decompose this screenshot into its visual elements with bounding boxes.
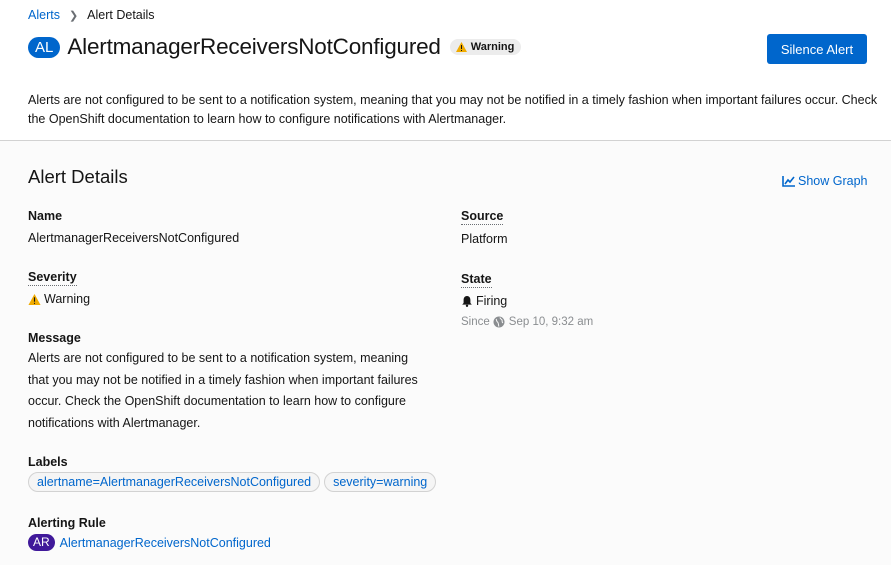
severity-pill-label: Warning [470, 41, 515, 53]
breadcrumb: Alerts ❯ Alert Details [28, 8, 155, 22]
show-graph-label: Show Graph [798, 174, 868, 188]
chart-icon [782, 175, 795, 187]
page-header: Alerts ❯ Alert Details AL AlertmanagerRe… [0, 0, 891, 141]
alert-details-section: Alert Details Show Graph Name Alertmanag… [0, 141, 891, 565]
warning-icon [28, 293, 41, 305]
source-value: Platform [461, 232, 508, 246]
section-heading: Alert Details [28, 166, 128, 187]
alert-badge: AL [28, 36, 61, 58]
name-label: Name [28, 209, 63, 223]
severity-pill: Warning [449, 39, 522, 55]
bell-icon [462, 296, 472, 307]
page-title: AlertmanagerReceiversNotConfigured [67, 34, 441, 59]
since-row: Since Sep 10, 9:32 am [461, 316, 593, 328]
since-label: Since [461, 316, 490, 328]
state-value: Firing [461, 294, 507, 308]
title-row: AL AlertmanagerReceiversNotConfigured Wa… [28, 34, 522, 60]
name-value: AlertmanagerReceiversNotConfigured [28, 231, 240, 245]
message-label: Message [28, 331, 81, 345]
globe-icon [493, 316, 505, 328]
state-value-text: Firing [476, 294, 508, 308]
since-value: Sep 10, 9:32 am [508, 316, 594, 328]
silence-alert-button[interactable]: Silence Alert [767, 34, 867, 64]
severity-value-text: Warning [44, 292, 91, 306]
chevron-right-icon: ❯ [68, 9, 79, 22]
show-graph-link[interactable]: Show Graph [782, 174, 867, 188]
breadcrumb-alerts-link[interactable]: Alerts [28, 8, 60, 22]
alerting-rule-link[interactable]: AlertmanagerReceiversNotConfigured [60, 536, 271, 550]
alerting-rule: AR AlertmanagerReceiversNotConfigured [28, 534, 271, 551]
labels-group: alertname=AlertmanagerReceiversNotConfig… [28, 472, 440, 492]
label-chip-alertname[interactable]: alertname=AlertmanagerReceiversNotConfig… [28, 472, 321, 492]
labels-label: Labels [28, 455, 68, 469]
rule-badge: AR [28, 534, 55, 551]
alerting-rule-label: Alerting Rule [28, 516, 106, 530]
state-label: State [461, 272, 492, 288]
alert-description: Alerts are not configured to be sent to … [28, 93, 878, 126]
source-label: Source [461, 209, 504, 225]
warning-icon [455, 42, 467, 52]
breadcrumb-current: Alert Details [87, 8, 155, 22]
label-chip-severity[interactable]: severity=warning [324, 472, 437, 492]
severity-value: Warning [28, 292, 90, 306]
severity-label: Severity [28, 270, 77, 286]
message-value: Alerts are not configured to be sent to … [28, 351, 418, 430]
